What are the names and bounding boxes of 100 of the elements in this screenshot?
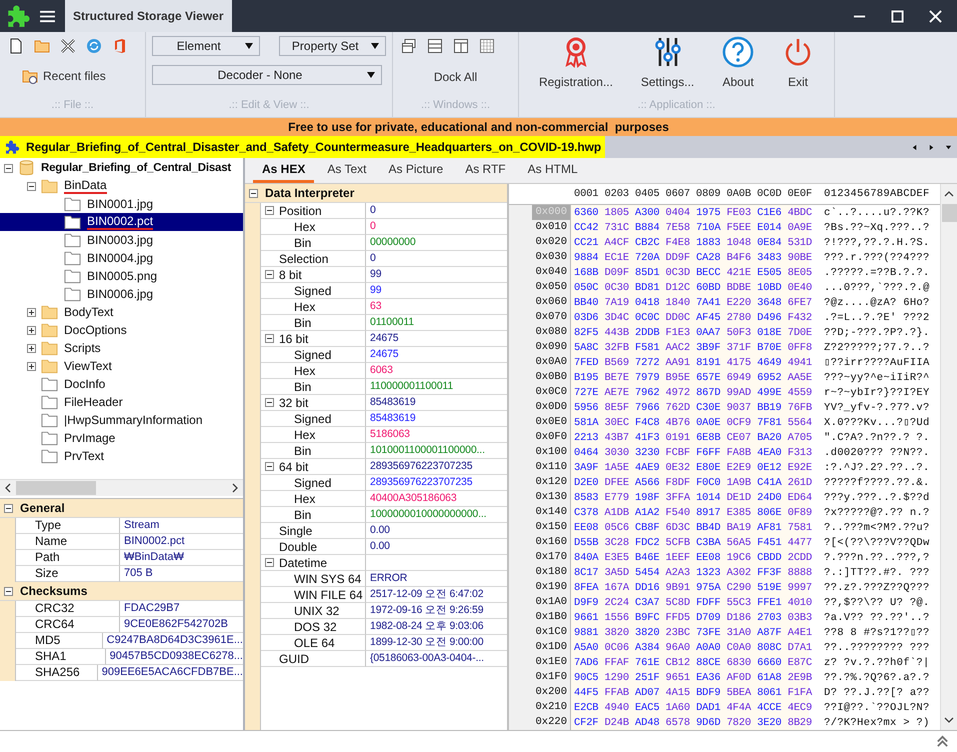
office-icon[interactable]	[112, 38, 128, 54]
collapse-icon[interactable]	[4, 164, 13, 172]
file-icon	[41, 412, 58, 428]
expand-icon[interactable]	[27, 344, 36, 352]
tree-item[interactable]: Regular_Briefing_of_Central_Disast	[41, 162, 232, 174]
tree-item[interactable]: ViewText	[64, 359, 112, 373]
collapse-icon[interactable]	[265, 462, 274, 471]
scroll-left-icon[interactable]	[4, 483, 12, 493]
expand-icon[interactable]	[27, 308, 36, 316]
property-name: CRC32	[16, 601, 120, 617]
field-name: 16 bit	[279, 332, 308, 346]
about-button[interactable]: About	[722, 35, 754, 99]
dock-all-button[interactable]: Dock All	[434, 70, 478, 84]
field-value: 289356976223707235	[366, 475, 507, 491]
recent-files-button[interactable]: Recent files	[22, 68, 139, 84]
decoder-dropdown[interactable]: Decoder - None	[152, 65, 382, 85]
scrollbar-thumb[interactable]	[942, 204, 956, 222]
document-tab[interactable]: Regular_Briefing_of_Central_Disaster_and_Safety_Countermeasure_Headquarters_on_COVID-19.hwp	[0, 136, 606, 158]
tree-item[interactable]: BIN0001.jpg	[87, 197, 154, 211]
tile-horizontal-icon[interactable]	[427, 38, 443, 54]
ascii-text: ?..???m<?M?.??u?	[823, 522, 930, 534]
collapse-icon[interactable]	[265, 206, 274, 215]
settings-button[interactable]: Settings...	[640, 35, 694, 99]
collapse-icon[interactable]	[265, 558, 274, 567]
offset-label: 0x200	[534, 685, 568, 700]
tile-vertical-icon[interactable]	[453, 38, 469, 54]
dropdown[interactable]: Element	[152, 36, 260, 56]
ascii-text: r~?~ybIr?}??I?EY	[823, 386, 930, 398]
collapse-icon[interactable]	[249, 188, 258, 198]
field-name: OLE 64	[294, 636, 335, 650]
tree-item[interactable]: |HwpSummaryInformation	[64, 413, 202, 427]
dropdown[interactable]: Property Set	[278, 36, 386, 56]
scroll-up-icon[interactable]	[944, 190, 954, 198]
tree-item[interactable]: BodyText	[64, 305, 114, 319]
field-name: Double	[279, 540, 318, 554]
collapse-up-icon[interactable]	[936, 735, 949, 748]
property-value: Stream	[120, 518, 243, 534]
file-icon	[41, 394, 58, 410]
tree-item[interactable]: BIN0003.jpg	[87, 233, 154, 247]
collapse-icon[interactable]	[265, 398, 274, 407]
tree-item[interactable]: BIN0002.pct	[87, 214, 154, 230]
expand-icon[interactable]	[27, 326, 36, 334]
view-tab[interactable]: As HTML	[518, 158, 587, 183]
scroll-down-icon[interactable]	[944, 716, 954, 724]
offset-label: 0x1F0	[534, 670, 568, 685]
folder-clock-icon	[22, 68, 38, 84]
registration-button[interactable]: Registration...	[538, 35, 613, 99]
field-value: 85483619	[366, 411, 507, 427]
field-name: 8 bit	[279, 268, 302, 282]
tree-item[interactable]: DocOptions	[64, 323, 127, 337]
ascii-text: ??,$??\?? U? ?@.	[823, 596, 930, 608]
menu-icon[interactable]	[39, 10, 56, 22]
scroll-left-icon[interactable]	[911, 144, 918, 150]
offset-label: 0x1A0	[534, 595, 568, 610]
hex-bytes: E2CB 4940 EAC5 1A60 DAD1 4F4A 4CCE 4EC9	[573, 702, 814, 714]
scroll-right-icon[interactable]	[231, 483, 239, 493]
tree-item[interactable]: PrvImage	[64, 431, 116, 445]
collapse-icon[interactable]	[265, 334, 274, 343]
tree-item[interactable]: PrvText	[64, 449, 104, 463]
exit-button[interactable]: Exit	[782, 35, 814, 99]
view-tab[interactable]: As Picture	[380, 158, 452, 183]
collapse-icon[interactable]	[265, 270, 274, 279]
tree-item[interactable]: DocInfo	[64, 377, 106, 391]
cascade-icon[interactable]	[401, 38, 417, 54]
scrollbar-thumb[interactable]	[16, 481, 96, 495]
property-name: SHA256	[16, 665, 98, 681]
tree-item[interactable]: BinData	[64, 178, 107, 194]
ascii-text: ?!???,??.?.H.?S.	[823, 236, 930, 248]
grid-icon[interactable]	[479, 38, 495, 54]
scroll-right-icon[interactable]	[928, 144, 935, 150]
ascii-text: ??D;-???.?P?.?}.	[823, 326, 930, 338]
offset-label: 0x0D0	[534, 400, 568, 415]
maximize-icon[interactable]	[891, 10, 904, 22]
close-icon[interactable]	[929, 10, 942, 22]
caret-icon	[371, 43, 379, 49]
offset-label: 0x0F0	[534, 430, 568, 445]
field-value: 1010001100001100000...	[366, 443, 507, 459]
field-value: 289356976223707235	[366, 459, 507, 475]
offset-label: 0x190	[534, 580, 568, 595]
dropdown-icon[interactable]	[945, 144, 952, 150]
tree-item[interactable]: BIN0006.jpg	[87, 287, 154, 301]
field-name: WIN FILE 64	[294, 588, 363, 602]
refresh-icon[interactable]	[86, 38, 102, 54]
license-banner: Free to use for private, educational and non-commercial purposes	[0, 118, 957, 136]
close-file-icon[interactable]	[60, 38, 76, 54]
offset-label: 0x1C0	[534, 625, 568, 640]
collapse-icon[interactable]	[27, 182, 36, 190]
new-file-icon[interactable]	[8, 38, 24, 54]
tree-item[interactable]: BIN0004.jpg	[87, 251, 154, 265]
tree-item[interactable]: FileHeader	[64, 395, 123, 409]
collapse-icon[interactable]	[4, 586, 13, 596]
expand-icon[interactable]	[27, 362, 36, 370]
view-tab[interactable]: As RTF	[456, 158, 515, 183]
hex-bytes: D55B 3C28 FDC2 5CFB C3BA 56A5 F451 4477	[573, 536, 814, 548]
field-name: Hex	[294, 220, 316, 234]
view-tab[interactable]: As Text	[318, 158, 376, 183]
collapse-icon[interactable]	[4, 504, 13, 512]
tree-item[interactable]: Scripts	[64, 341, 101, 355]
tree-item[interactable]: BIN0005.png	[87, 269, 158, 283]
selected-row[interactable]: BIN0002.pct	[0, 213, 243, 231]
